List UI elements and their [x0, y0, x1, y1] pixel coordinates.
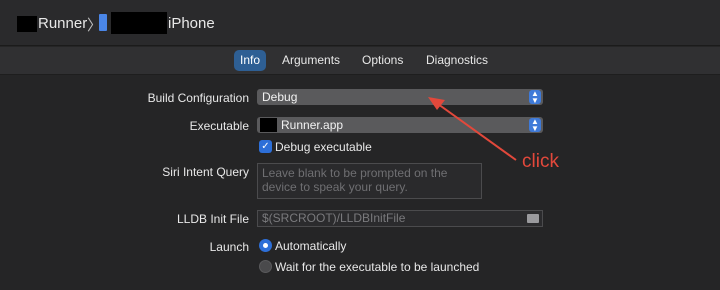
annotation-text: click: [522, 151, 559, 172]
annotation-arrow: [428, 97, 517, 161]
